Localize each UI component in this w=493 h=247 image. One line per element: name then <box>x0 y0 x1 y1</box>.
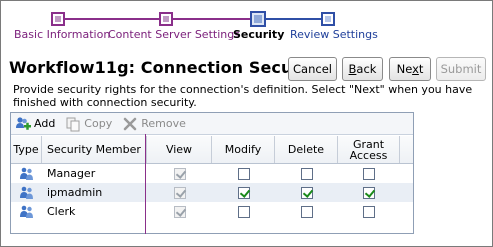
row-filler <box>400 183 413 202</box>
column-header-view[interactable]: View <box>147 136 212 163</box>
modify-checkbox[interactable] <box>237 167 250 180</box>
view-cell <box>147 164 212 183</box>
train-connector-3 <box>263 18 325 20</box>
train-connector-2 <box>167 18 253 20</box>
modify-checkbox[interactable] <box>237 186 250 199</box>
group-icon <box>11 183 42 202</box>
add-button-label: Add <box>34 117 56 130</box>
view-checkbox[interactable] <box>173 167 186 180</box>
modify-checkbox[interactable] <box>237 205 250 218</box>
copy-button[interactable]: Copy <box>65 116 112 132</box>
delete-checkbox[interactable] <box>300 167 313 180</box>
modify-cell <box>212 164 275 183</box>
delete-cell <box>275 202 338 221</box>
delete-cell <box>275 183 338 202</box>
security-member-name: Manager <box>47 167 96 180</box>
modify-cell <box>212 183 275 202</box>
remove-button-label: Remove <box>141 117 186 130</box>
submit-button[interactable]: Submit <box>436 57 486 81</box>
wizard-window: Basic Information Content Server Setting… <box>0 0 493 247</box>
next-button[interactable]: Next <box>389 57 431 81</box>
step-node-basic-information[interactable] <box>51 12 65 26</box>
delete-checkbox[interactable] <box>300 205 313 218</box>
step-node-review-settings[interactable] <box>321 12 335 26</box>
modify-cell <box>212 202 275 221</box>
table-row[interactable]: Manager <box>11 164 413 183</box>
view-cell <box>147 183 212 202</box>
step-node-content-server-settings[interactable] <box>159 12 173 26</box>
submit-button-label: Submit <box>440 62 482 76</box>
grant-access-cell <box>338 164 400 183</box>
remove-x-icon <box>122 116 138 132</box>
grant-access-checkbox[interactable] <box>363 167 375 180</box>
copy-button-label: Copy <box>84 117 113 130</box>
cancel-button[interactable]: Cancel <box>288 57 337 81</box>
group-icon <box>11 164 42 183</box>
column-splitter[interactable] <box>145 134 146 234</box>
add-user-icon <box>15 116 31 132</box>
page-title: Workflow11g: Connection Security <box>9 58 325 77</box>
table-toolbar: Add Copy Remove <box>11 113 413 135</box>
column-header-filler <box>400 136 413 163</box>
copy-icon <box>65 116 81 132</box>
row-filler <box>400 164 413 183</box>
cancel-button-label: Cancel <box>293 62 332 76</box>
security-table: Type Security Member View Modify Delete … <box>11 136 413 221</box>
view-checkbox[interactable] <box>173 205 186 218</box>
step-content-server-settings[interactable]: Content Server Settings <box>108 28 240 41</box>
column-header-modify[interactable]: Modify <box>212 136 275 163</box>
column-header-type[interactable]: Type <box>11 136 42 163</box>
back-button-label: Back <box>348 62 377 76</box>
security-member-name: ipmadmin <box>47 186 103 199</box>
step-basic-information[interactable]: Basic Information <box>14 28 110 41</box>
column-header-grant-access[interactable]: Grant Access <box>338 136 400 163</box>
grant-access-cell <box>338 202 400 221</box>
view-cell <box>147 202 212 221</box>
grant-access-cell <box>338 183 400 202</box>
step-node-security <box>250 11 266 27</box>
step-review-settings[interactable]: Review Settings <box>290 28 378 41</box>
back-button[interactable]: Back <box>342 57 383 81</box>
security-member-name: Clerk <box>47 205 76 218</box>
delete-checkbox[interactable] <box>300 186 313 199</box>
train-connector-1 <box>65 18 163 20</box>
delete-cell <box>275 164 338 183</box>
column-header-delete[interactable]: Delete <box>275 136 338 163</box>
next-button-label: Next <box>396 62 424 76</box>
step-security: Security <box>233 28 285 41</box>
group-icon <box>11 202 42 221</box>
column-header-security-member[interactable]: Security Member <box>42 136 147 163</box>
row-filler <box>400 202 413 221</box>
security-table-panel: Add Copy Remove Type Security Member Vie… <box>10 112 414 234</box>
add-button[interactable]: Add <box>15 116 55 132</box>
remove-button[interactable]: Remove <box>122 116 186 132</box>
table-row[interactable]: Clerk <box>11 202 413 221</box>
table-header: Type Security Member View Modify Delete … <box>11 136 413 164</box>
table-row[interactable]: ipmadmin <box>11 183 413 202</box>
instructions-text: Provide security rights for the connecti… <box>13 83 473 109</box>
grant-access-checkbox[interactable] <box>363 186 375 199</box>
view-checkbox[interactable] <box>173 186 186 199</box>
grant-access-checkbox[interactable] <box>363 205 375 218</box>
